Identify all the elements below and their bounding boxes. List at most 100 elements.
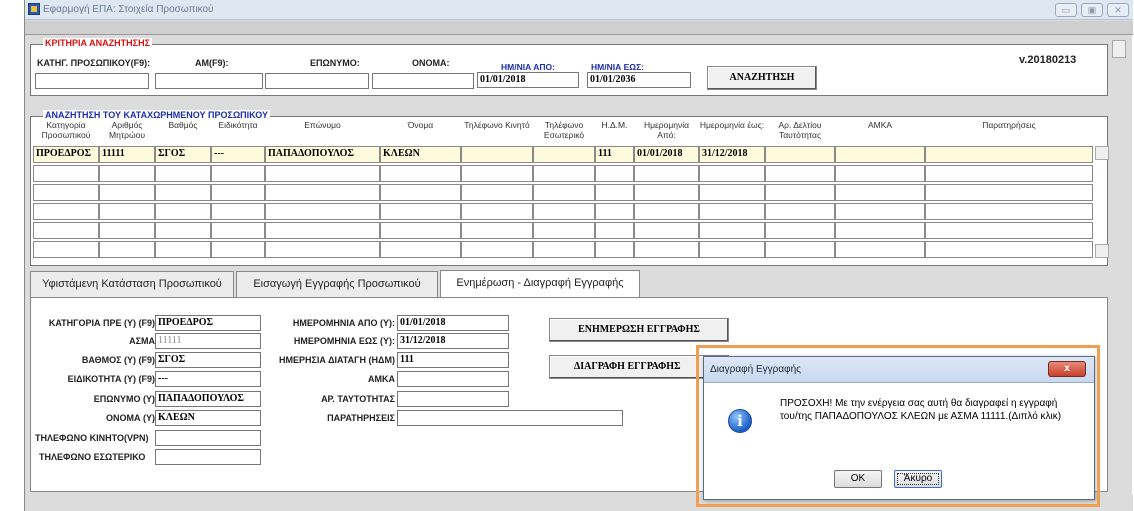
table-cell[interactable]: 01/01/2018 — [634, 146, 699, 163]
table-cell[interactable] — [634, 222, 699, 239]
table-cell[interactable] — [211, 184, 265, 201]
form-mobile-input[interactable] — [155, 430, 261, 446]
table-cell[interactable] — [461, 203, 533, 220]
tab-insert-record[interactable]: Εισαγωγή Εγγραφής Προσωπικού — [236, 271, 438, 297]
table-cell[interactable] — [33, 203, 99, 220]
table-cell[interactable] — [699, 241, 765, 258]
table-cell[interactable] — [380, 241, 461, 258]
table-cell[interactable] — [265, 241, 380, 258]
table-cell[interactable] — [211, 222, 265, 239]
table-cell[interactable] — [211, 203, 265, 220]
table-cell[interactable] — [99, 241, 155, 258]
table-cell[interactable] — [699, 184, 765, 201]
table-cell[interactable] — [699, 165, 765, 182]
table-cell[interactable] — [835, 222, 925, 239]
table-cell[interactable] — [835, 241, 925, 258]
table-cell[interactable] — [835, 184, 925, 201]
table-cell[interactable]: 11111 — [99, 146, 155, 163]
table-cell[interactable] — [533, 165, 595, 182]
table-cell[interactable] — [99, 222, 155, 239]
table-cell[interactable] — [595, 165, 634, 182]
form-date-to-input[interactable]: 31/12/2018 — [397, 333, 509, 349]
table-cell[interactable] — [461, 222, 533, 239]
table-cell[interactable]: ΠΑΠΑΔΟΠΟΥΛΟΣ — [265, 146, 380, 163]
table-cell[interactable] — [634, 184, 699, 201]
grid-scroll-up[interactable] — [1095, 146, 1109, 160]
table-cell[interactable] — [33, 165, 99, 182]
table-cell[interactable] — [265, 203, 380, 220]
table-cell[interactable] — [461, 165, 533, 182]
table-cell[interactable] — [211, 165, 265, 182]
table-cell[interactable]: ΚΛΕΩΝ — [380, 146, 461, 163]
form-order-input[interactable]: 111 — [397, 352, 509, 368]
table-cell[interactable] — [265, 222, 380, 239]
form-name-input[interactable]: ΚΛΕΩΝ — [155, 410, 261, 426]
table-cell[interactable] — [925, 184, 1093, 201]
table-cell[interactable] — [533, 222, 595, 239]
table-cell[interactable] — [595, 203, 634, 220]
surname-input[interactable] — [265, 73, 369, 89]
table-cell[interactable] — [155, 165, 211, 182]
am-input[interactable] — [155, 73, 263, 89]
table-cell[interactable] — [925, 222, 1093, 239]
table-cell[interactable] — [265, 165, 380, 182]
table-cell[interactable]: ΠΡΟΕΔΡΟΣ — [33, 146, 99, 163]
close-window-button[interactable]: ✕ — [1107, 3, 1129, 17]
tab-update-delete[interactable]: Ενημέρωση - Διαγραφή Εγγραφής — [440, 270, 640, 298]
table-cell[interactable] — [835, 146, 925, 163]
table-cell[interactable] — [380, 184, 461, 201]
table-cell[interactable] — [380, 222, 461, 239]
table-cell[interactable] — [33, 222, 99, 239]
table-cell[interactable] — [925, 146, 1093, 163]
table-cell[interactable] — [699, 203, 765, 220]
table-cell[interactable] — [765, 146, 835, 163]
form-asma-input[interactable]: 11111 — [155, 333, 261, 349]
date-to-input[interactable]: 01/01/2036 — [587, 72, 691, 88]
table-cell[interactable] — [461, 241, 533, 258]
table-cell[interactable] — [595, 222, 634, 239]
form-date-from-input[interactable]: 01/01/2018 — [397, 315, 509, 331]
table-cell[interactable] — [634, 203, 699, 220]
table-cell[interactable] — [765, 241, 835, 258]
table-cell[interactable]: --- — [211, 146, 265, 163]
table-cell[interactable] — [835, 203, 925, 220]
category-input[interactable] — [35, 73, 149, 89]
table-cell[interactable] — [380, 203, 461, 220]
table-cell[interactable] — [380, 165, 461, 182]
table-cell[interactable]: 111 — [595, 146, 634, 163]
date-from-input[interactable]: 01/01/2018 — [477, 72, 579, 88]
table-cell[interactable] — [461, 184, 533, 201]
table-cell[interactable] — [99, 165, 155, 182]
table-cell[interactable] — [99, 203, 155, 220]
form-internal-input[interactable] — [155, 449, 261, 465]
table-cell[interactable] — [155, 222, 211, 239]
table-cell[interactable] — [265, 184, 380, 201]
table-cell[interactable] — [533, 203, 595, 220]
name-input[interactable] — [372, 73, 474, 89]
table-cell[interactable] — [155, 241, 211, 258]
form-surname-input[interactable]: ΠΑΠΑΔΟΠΟΥΛΟΣ — [155, 391, 261, 407]
table-cell[interactable] — [155, 203, 211, 220]
table-cell[interactable] — [211, 241, 265, 258]
tab-current-status[interactable]: Υφιστάμενη Κατάσταση Προσωπικού — [30, 271, 234, 297]
table-cell[interactable] — [765, 222, 835, 239]
table-cell[interactable] — [461, 146, 533, 163]
table-cell[interactable] — [765, 184, 835, 201]
table-cell[interactable] — [595, 184, 634, 201]
top-scroll-indicator[interactable] — [1112, 40, 1126, 58]
form-specialty-input[interactable]: --- — [155, 371, 261, 387]
table-cell[interactable] — [595, 241, 634, 258]
table-cell[interactable]: ΣΓΟΣ — [155, 146, 211, 163]
table-cell[interactable] — [925, 203, 1093, 220]
table-cell[interactable] — [925, 165, 1093, 182]
table-cell[interactable] — [634, 241, 699, 258]
table-cell[interactable] — [155, 184, 211, 201]
table-cell[interactable] — [634, 165, 699, 182]
table-cell[interactable] — [33, 184, 99, 201]
table-cell[interactable] — [533, 241, 595, 258]
table-cell[interactable] — [699, 222, 765, 239]
table-cell[interactable] — [765, 165, 835, 182]
maximize-button[interactable]: ▣ — [1081, 3, 1103, 17]
form-notes-input[interactable] — [397, 410, 623, 426]
table-cell[interactable] — [765, 203, 835, 220]
